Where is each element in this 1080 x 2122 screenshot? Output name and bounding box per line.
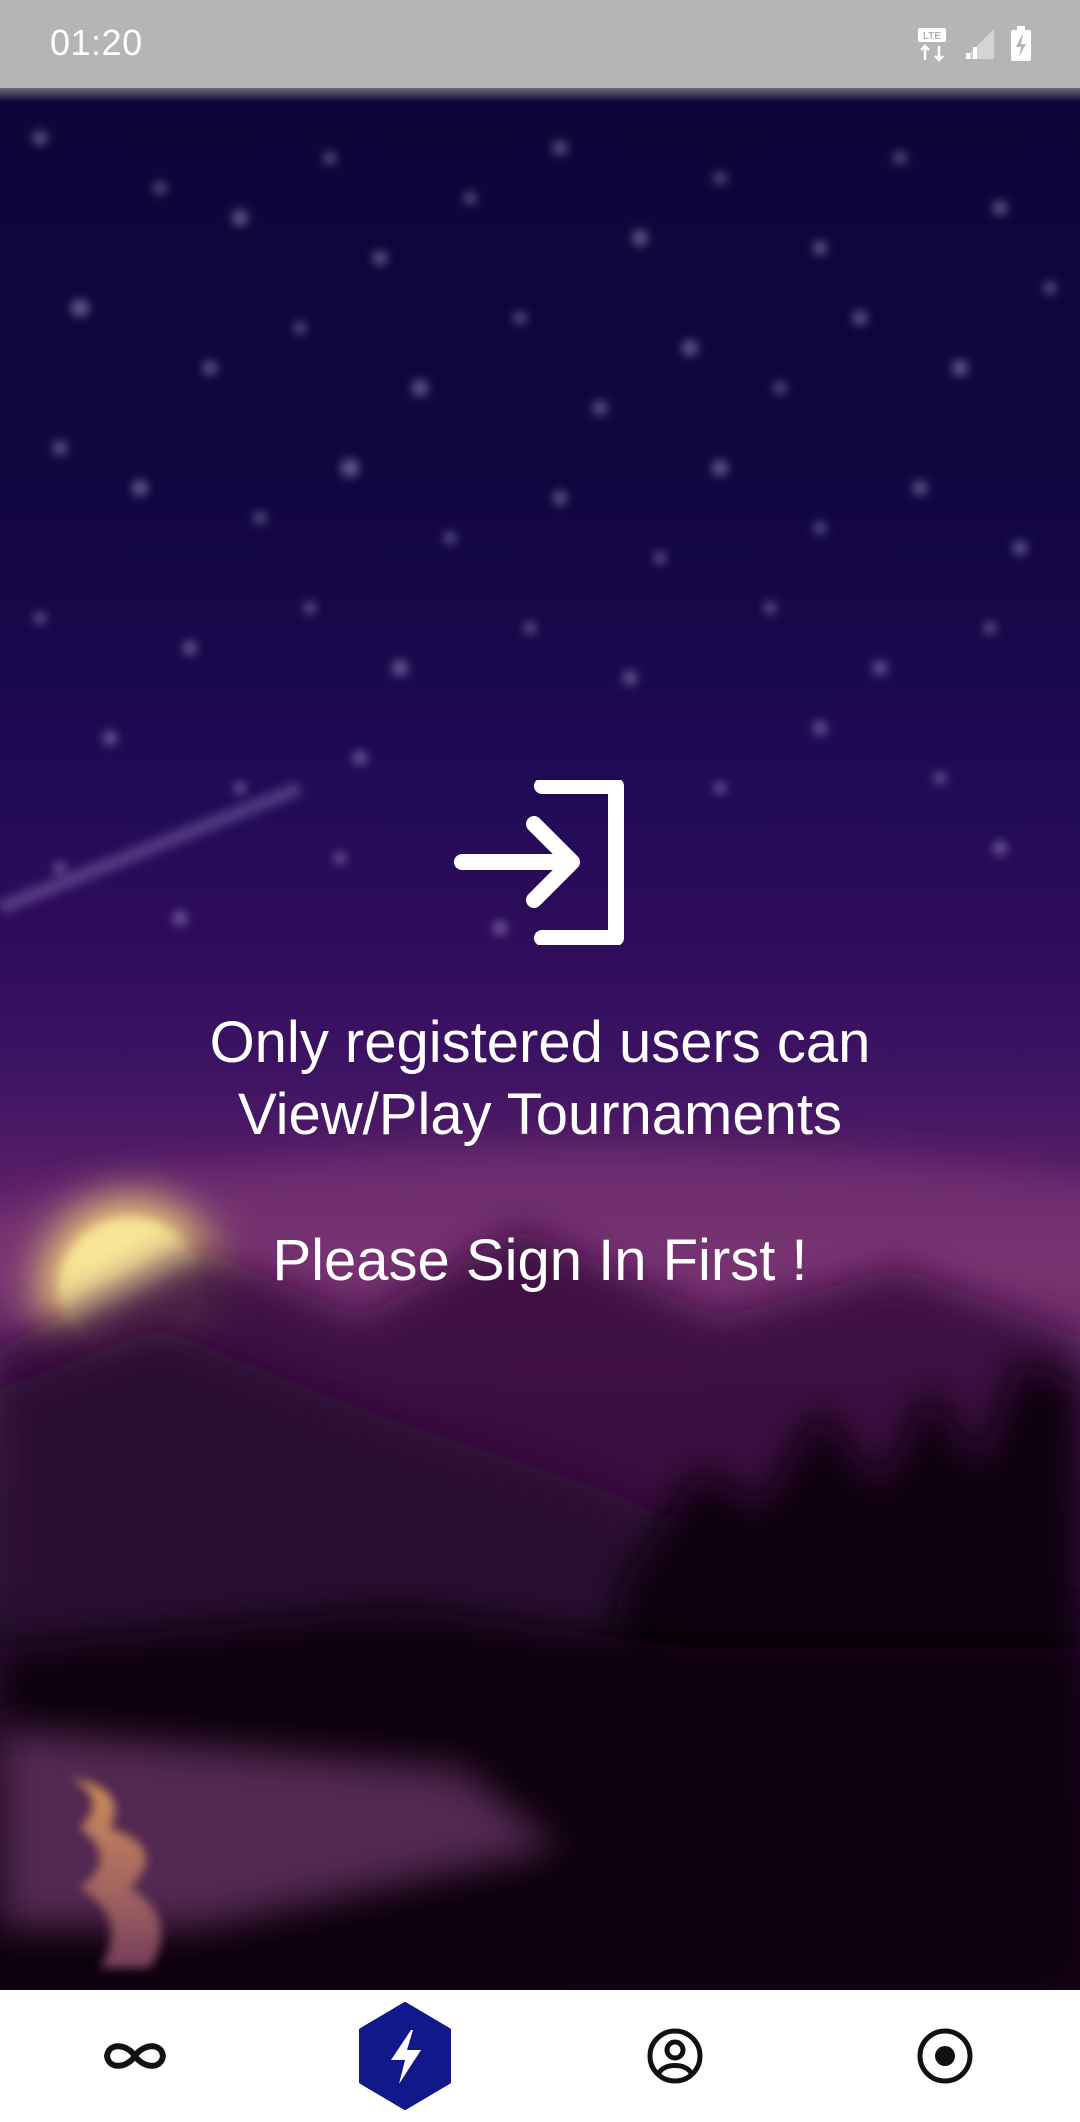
nav-item-profile[interactable] (540, 1990, 810, 2122)
battery-charging-icon (1011, 26, 1031, 61)
sign-in-required-panel: Only registered users can View/Play Tour… (0, 780, 1080, 1297)
sign-in-prompt[interactable]: Please Sign In First ! (0, 1225, 1080, 1297)
signal-icon (964, 29, 994, 59)
message-line-1: Only registered users can (209, 1010, 871, 1075)
sign-in-icon[interactable] (450, 780, 630, 945)
bottom-navigation (0, 1990, 1080, 2122)
status-bar: 01:20 LTE (0, 0, 1080, 88)
lightning-icon (359, 2002, 451, 2110)
nav-item-lightning[interactable] (270, 1990, 540, 2122)
nav-item-target[interactable] (810, 1990, 1080, 2122)
status-icons: LTE (916, 24, 1032, 64)
infinity-icon (104, 2043, 166, 2069)
lte-icon: LTE (918, 28, 946, 62)
user-circle-icon (647, 2028, 703, 2084)
message-line-2: View/Play Tournaments (238, 1082, 842, 1147)
status-time: 01:20 (50, 22, 143, 63)
status-shadow (0, 88, 1080, 102)
screen: 01:20 LTE Only registered users can View… (0, 0, 1080, 2122)
radio-target-icon (917, 2028, 973, 2084)
svg-text:LTE: LTE (923, 31, 941, 42)
nav-item-infinity[interactable] (0, 1990, 270, 2122)
restriction-message: Only registered users can View/Play Tour… (0, 1007, 1080, 1151)
